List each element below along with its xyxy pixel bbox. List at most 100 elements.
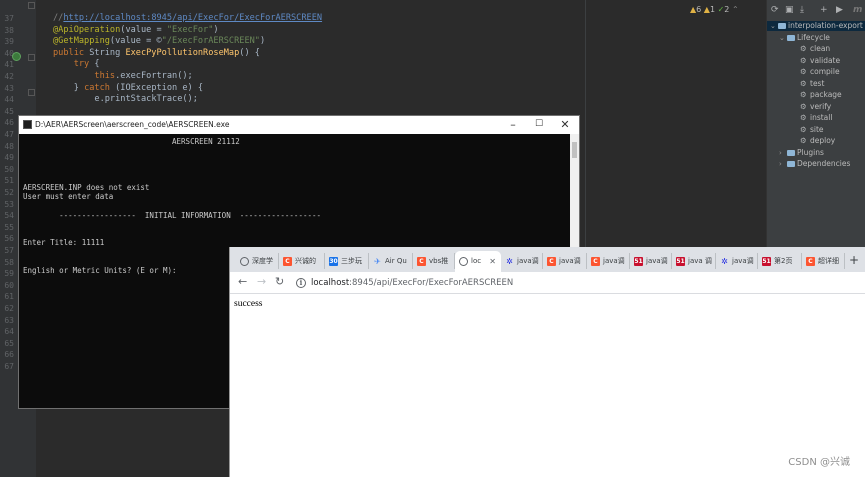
tree-lifecycle[interactable]: ⌄ Lifecycle — [779, 33, 830, 43]
code-line[interactable]: //http://localhost:8945/api/ExecFor/Exec… — [53, 13, 322, 24]
ok-count: 2 — [724, 5, 730, 14]
code-token: { — [94, 59, 100, 70]
inspection-widget[interactable]: ▲6 ▲1 ✓2 ⌃ — [690, 5, 739, 14]
tab-close-icon[interactable]: ✕ — [489, 251, 496, 272]
goal-package[interactable]: ⚙ package — [800, 90, 842, 100]
console-title: D:\AER\AERScreen\aerscreen_code\AERSCREE… — [35, 120, 230, 129]
goal-validate[interactable]: ⚙ validate — [800, 56, 840, 66]
info-icon[interactable]: i — [296, 278, 306, 288]
goal-label: site — [810, 124, 824, 134]
goal-verify[interactable]: ⚙ verify — [800, 102, 831, 112]
console-title-bar[interactable]: D:\AER\AERScreen\aerscreen_code\AERSCREE… — [19, 116, 579, 134]
minimize-button[interactable]: – — [502, 117, 524, 132]
browser-tab[interactable]: C 兴诚的 — [279, 253, 325, 269]
air-favicon-icon: ✈ — [374, 256, 381, 266]
code-token: // — [53, 13, 64, 23]
reload-icon[interactable]: ↻ — [275, 275, 284, 289]
globe-favicon-icon — [459, 256, 468, 266]
tab-label: java调 — [732, 257, 754, 265]
folder-icon — [787, 161, 795, 167]
browser-tab[interactable]: Cvbs推 — [413, 253, 455, 269]
csdn-favicon-icon: C — [806, 256, 815, 266]
tab-label: Air Qu — [385, 257, 407, 265]
plus-icon[interactable]: + — [820, 4, 828, 16]
bd-favicon-icon: ✲ — [721, 256, 728, 266]
line-number: 52 — [4, 188, 14, 197]
browser-tab[interactable]: ✲ java调 — [716, 253, 758, 269]
folder-icon[interactable]: ▣ — [785, 4, 794, 16]
code-token: .execFortran(); — [115, 71, 193, 81]
code-token: http://localhost:8945/api/ExecFor/ExecFo… — [63, 13, 323, 23]
code-line[interactable]: this.execFortran(); — [53, 71, 193, 82]
new-tab-button[interactable]: + — [849, 253, 859, 267]
browser-tab[interactable]: C 超详细 — [802, 253, 845, 269]
refresh-icon[interactable]: ⟳ — [771, 4, 779, 16]
forward-icon[interactable]: → — [257, 275, 266, 289]
line-number: 42 — [4, 72, 14, 81]
browser-tab[interactable]: ✈ Air Qu — [369, 253, 413, 269]
close-button[interactable]: ✕ — [554, 117, 576, 132]
lifecycle-label: Lifecycle — [797, 33, 830, 42]
browser-tab[interactable]: 51 java 调 — [672, 253, 716, 269]
browser-tab[interactable]: 51 第2页 — [758, 253, 802, 269]
fold-marker[interactable] — [28, 2, 35, 9]
csdn-favicon-icon: C — [283, 256, 292, 266]
tab-label: java 调 — [688, 257, 712, 265]
tab-label: java调 — [603, 257, 625, 265]
console-line: AERSCREEN.INP does not exist — [23, 183, 150, 192]
code-token: catch — [84, 82, 116, 93]
browser-tab[interactable]: 30 三步玩 — [325, 253, 369, 269]
address-bar[interactable]: localhost:8945/api/ExecFor/ExecForAERSCR… — [311, 277, 513, 289]
scrollbar-thumb[interactable] — [572, 142, 577, 158]
s51-favicon-icon: 51 — [634, 256, 643, 266]
tab-strip: 深度学 C 兴诚的 30 三步玩 ✈ Air Qu Cvbs推 loc ✕ ✲ java调 Cjava调… — [230, 247, 865, 272]
console-line: Enter Title: 11111 — [23, 238, 105, 248]
code-token: String — [89, 47, 126, 58]
chevron-up-icon[interactable]: ⌃ — [732, 5, 739, 14]
fold-marker[interactable] — [28, 89, 35, 96]
maven-icon[interactable]: m — [853, 4, 862, 16]
browser-tab[interactable]: Cjava调 — [543, 253, 587, 269]
code-line[interactable]: e.printStackTrace(); — [53, 94, 198, 105]
fold-marker[interactable] — [28, 54, 35, 61]
line-number: 57 — [4, 246, 14, 255]
browser-tab[interactable]: 51 java调 — [630, 253, 672, 269]
tree-plugins[interactable]: › Plugins — [779, 148, 824, 158]
code-line[interactable]: @GetMapping(value = ©"/ExecForAERSCREEN"… — [53, 36, 265, 47]
spring-bean-icon[interactable] — [12, 52, 21, 61]
folder-icon — [787, 150, 795, 156]
goal-test[interactable]: ⚙ test — [800, 79, 824, 89]
run-icon[interactable]: ▶ — [836, 4, 843, 16]
line-number: 49 — [4, 153, 14, 163]
back-icon[interactable]: ← — [238, 275, 247, 289]
goal-install[interactable]: ⚙ install — [800, 113, 832, 123]
browser-tab[interactable]: ✲ java调 — [501, 253, 543, 269]
code-line[interactable]: try { — [53, 59, 100, 70]
goal-deploy[interactable]: ⚙ deploy — [800, 136, 835, 146]
code-line[interactable]: public String ExecPyPollutionRoseMap() { — [53, 48, 260, 59]
code-token: (value = — [120, 24, 167, 35]
tree-project[interactable]: ⌄ interpolation-export — [767, 21, 865, 31]
code-token: try — [73, 59, 95, 70]
code-token: e.printStackTrace(); — [94, 94, 198, 105]
tab-label: java调 — [559, 257, 581, 265]
goal-site[interactable]: ⚙ site — [800, 125, 824, 135]
browser-tab[interactable]: Cjava调 — [587, 253, 630, 269]
download-icon[interactable]: ⤓ — [800, 4, 804, 16]
browser-tab[interactable]: loc ✕ — [455, 251, 501, 272]
goal-label: compile — [810, 67, 840, 76]
goal-clean[interactable]: ⚙ clean — [800, 44, 830, 54]
tab-label: java调 — [517, 257, 539, 265]
tree-dependencies[interactable]: › Dependencies — [779, 159, 850, 169]
csdn-favicon-icon: C — [591, 256, 600, 266]
maximize-button[interactable]: ☐ — [528, 117, 550, 132]
tab-label: java调 — [646, 257, 668, 265]
code-line[interactable]: } catch (IOException e) { — [53, 83, 203, 94]
goal-compile[interactable]: ⚙ compile — [800, 67, 840, 77]
code-line[interactable]: @ApiOperation(value = "ExecFor") — [53, 25, 219, 36]
line-number: 61 — [4, 292, 14, 302]
browser-tab[interactable]: 深度学 — [236, 253, 279, 269]
plugins-label: Plugins — [797, 148, 824, 157]
